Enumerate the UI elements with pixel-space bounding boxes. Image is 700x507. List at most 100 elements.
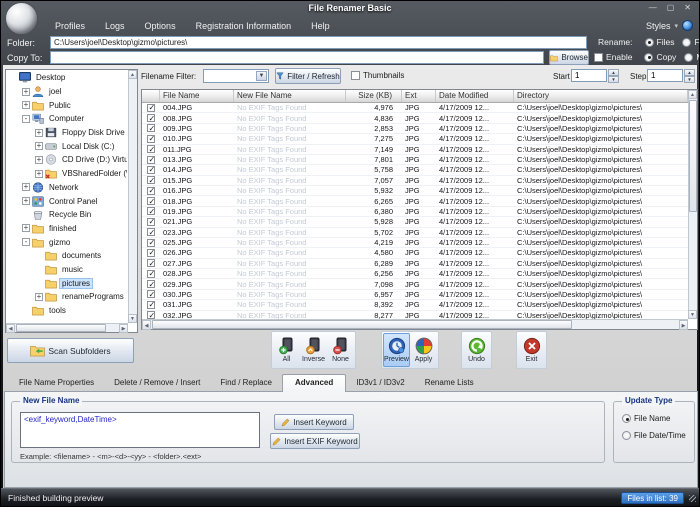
tree-item-music[interactable]: music <box>7 263 127 277</box>
menu-item-profiles[interactable]: Profiles <box>45 21 95 31</box>
table-row[interactable]: 013.JPGNo EXIF Tags Found7,801JPG4/17/20… <box>142 155 688 165</box>
tree-item-public[interactable]: +Public <box>7 98 127 112</box>
tree-item-pictures[interactable]: pictures <box>7 276 127 290</box>
table-row[interactable]: 015.JPGNo EXIF Tags Found7,057JPG4/17/20… <box>142 176 688 186</box>
scroll-up-icon[interactable]: ▲ <box>688 90 697 99</box>
row-checkbox[interactable] <box>147 259 155 267</box>
copy-move-radio-copy[interactable] <box>644 53 653 62</box>
tree-item-desktop[interactable]: Desktop <box>7 71 127 85</box>
spin-down-icon[interactable]: ▼ <box>608 76 619 83</box>
menu-item-logs[interactable]: Logs <box>95 21 135 31</box>
preview-button[interactable]: Preview <box>383 333 410 367</box>
table-horizontal-scrollbar[interactable]: ◀ ▶ <box>142 319 688 329</box>
table-row[interactable]: 018.JPGNo EXIF Tags Found6,265JPG4/17/20… <box>142 196 688 206</box>
chevron-down-icon[interactable]: ▼ <box>256 71 267 81</box>
insert-keyword-button[interactable]: Insert Keyword <box>274 414 354 430</box>
table-row[interactable]: 004.JPGNo EXIF Tags Found4,976JPG4/17/20… <box>142 103 688 113</box>
spin-down-icon[interactable]: ▼ <box>684 76 695 83</box>
tree-item-tools[interactable]: tools <box>7 304 127 318</box>
table-row[interactable]: 023.JPGNo EXIF Tags Found5,702JPG4/17/20… <box>142 228 688 238</box>
column-header-new-file-name[interactable]: New File Name <box>234 90 346 102</box>
folder-input[interactable] <box>50 36 587 49</box>
row-checkbox[interactable] <box>147 135 155 143</box>
scroll-thumb[interactable] <box>689 100 697 212</box>
tab-id3v1-id3v2[interactable]: ID3v1 / ID3v2 <box>346 375 414 391</box>
rename-option-folders[interactable]: Folders <box>682 37 700 47</box>
row-checkbox[interactable] <box>147 207 155 215</box>
maximize-button[interactable]: ▢ <box>667 4 675 12</box>
filter-refresh-button[interactable]: Filter / Refresh <box>275 68 341 84</box>
update-type-option-file-name[interactable]: File Name <box>622 414 686 423</box>
start-input[interactable] <box>571 69 607 82</box>
expand-minus-icon[interactable]: - <box>22 115 30 123</box>
insert-exif-keyword-button[interactable]: Insert EXIF Keyword <box>270 433 360 449</box>
table-row[interactable]: 030.JPGNo EXIF Tags Found6,957JPG4/17/20… <box>142 290 688 300</box>
update-type-option-file-date-time[interactable]: File Date/Time <box>622 431 686 440</box>
row-checkbox[interactable] <box>147 197 155 205</box>
tree-item-recycle-bin[interactable]: Recycle Bin <box>7 208 127 222</box>
all-button[interactable]: All <box>273 333 300 367</box>
browse-button[interactable]: Browse <box>549 50 589 65</box>
resize-grip[interactable] <box>689 495 696 502</box>
scroll-down-icon[interactable]: ▼ <box>688 310 697 319</box>
tab-find-replace[interactable]: Find / Replace <box>210 375 282 391</box>
row-checkbox[interactable] <box>147 166 155 174</box>
copy-move-radio-move[interactable] <box>684 53 693 62</box>
copy-to-input[interactable] <box>50 51 544 64</box>
copy-move-option-copy[interactable]: Copy <box>644 52 676 62</box>
tree-item-gizmo[interactable]: -gizmo <box>7 235 127 249</box>
tree-item-vbsharedfolder-vboxsvr-z[interactable]: +VBSharedFolder (\\vboxsvr) (Z <box>7 167 127 181</box>
start-spin-buttons[interactable]: ▲▼ <box>608 69 619 82</box>
expand-plus-icon[interactable]: + <box>35 129 43 137</box>
expand-plus-icon[interactable]: + <box>22 197 30 205</box>
table-row[interactable]: 019.JPGNo EXIF Tags Found6,380JPG4/17/20… <box>142 207 688 217</box>
scroll-right-icon[interactable]: ▶ <box>119 324 128 333</box>
scroll-up-icon[interactable]: ▲ <box>128 70 137 79</box>
tree-vertical-scrollbar[interactable]: ▲ ▼ <box>128 70 137 323</box>
tree-item-renameprograms[interactable]: +renamePrograms <box>7 290 127 304</box>
scroll-thumb[interactable] <box>16 324 106 332</box>
exit-button[interactable]: Exit <box>518 333 545 367</box>
table-row[interactable]: 014.JPGNo EXIF Tags Found5,758JPG4/17/20… <box>142 165 688 175</box>
table-row[interactable]: 008.JPGNo EXIF Tags Found4,836JPG4/17/20… <box>142 113 688 123</box>
tab-delete-remove-insert[interactable]: Delete / Remove / Insert <box>104 375 210 391</box>
expand-plus-icon[interactable]: + <box>35 142 43 150</box>
row-checkbox[interactable] <box>147 228 155 236</box>
pattern-input[interactable]: <exif_keyword,DateTime> <box>20 412 260 448</box>
expand-plus-icon[interactable]: + <box>35 156 43 164</box>
table-row[interactable]: 029.JPGNo EXIF Tags Found7,098JPG4/17/20… <box>142 279 688 289</box>
menu-item-options[interactable]: Options <box>135 21 186 31</box>
table-row[interactable]: 027.JPGNo EXIF Tags Found6,289JPG4/17/20… <box>142 259 688 269</box>
row-checkbox[interactable] <box>147 218 155 226</box>
none-button[interactable]: None <box>327 333 354 367</box>
row-checkbox[interactable] <box>147 301 155 309</box>
column-header-date-modified[interactable]: Date Modified <box>436 90 514 102</box>
menu-item-registration-information[interactable]: Registration Information <box>186 21 302 31</box>
expand-plus-icon[interactable]: + <box>22 88 30 96</box>
row-checkbox[interactable] <box>147 114 155 122</box>
row-checkbox[interactable] <box>147 156 155 164</box>
table-row[interactable]: 016.JPGNo EXIF Tags Found5,932JPG4/17/20… <box>142 186 688 196</box>
filename-filter-select[interactable]: ▼ <box>203 69 269 83</box>
row-checkbox[interactable] <box>147 311 155 319</box>
table-row[interactable]: 028.JPGNo EXIF Tags Found6,256JPG4/17/20… <box>142 269 688 279</box>
rename-radio-files[interactable] <box>645 38 654 47</box>
scroll-left-icon[interactable]: ◀ <box>142 320 151 330</box>
row-checkbox[interactable] <box>147 124 155 132</box>
step-spin-buttons[interactable]: ▲▼ <box>684 69 695 82</box>
tab-rename-lists[interactable]: Rename Lists <box>415 375 484 391</box>
spin-up-icon[interactable]: ▲ <box>608 69 619 76</box>
row-checkbox[interactable] <box>147 270 155 278</box>
expand-plus-icon[interactable]: + <box>35 170 43 178</box>
update-type-radio-file-date-time[interactable] <box>622 431 631 440</box>
step-input[interactable] <box>647 69 683 82</box>
table-row[interactable]: 032.JPGNo EXIF Tags Found8,277JPG4/17/20… <box>142 311 688 320</box>
column-header-file-name[interactable]: File Name <box>160 90 234 102</box>
undo-button[interactable]: Undo <box>463 333 490 367</box>
thumbnails-checkbox[interactable] <box>351 71 360 80</box>
table-row[interactable]: 026.JPGNo EXIF Tags Found4,580JPG4/17/20… <box>142 248 688 258</box>
row-checkbox[interactable] <box>147 249 155 257</box>
update-type-radio-file-name[interactable] <box>622 414 631 423</box>
tree-item-local-disk-c[interactable]: +Local Disk (C:) <box>7 139 127 153</box>
rename-option-files[interactable]: Files <box>645 37 675 47</box>
